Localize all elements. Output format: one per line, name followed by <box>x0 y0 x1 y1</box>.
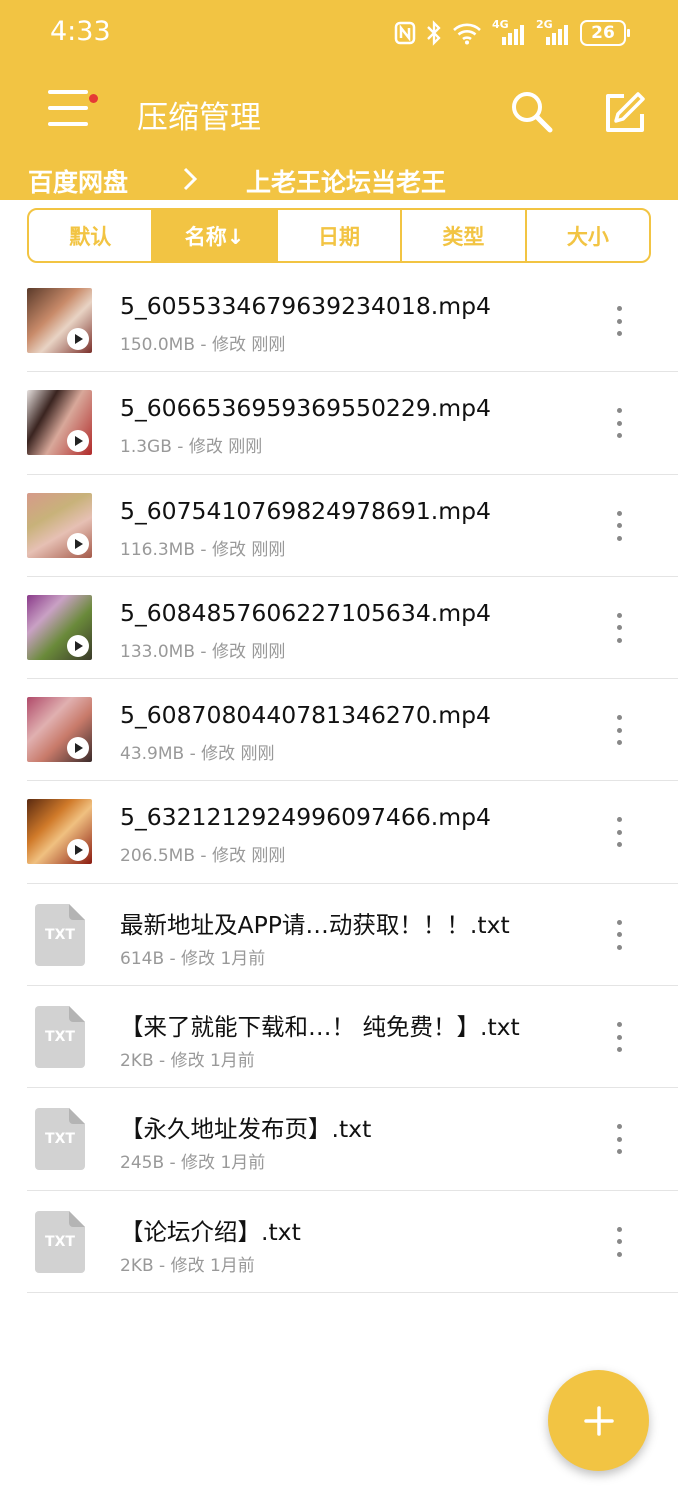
video-thumbnail <box>27 697 92 763</box>
sort-tab-type[interactable]: 类型 <box>402 210 527 261</box>
video-thumbnail <box>27 492 92 558</box>
more-options-icon[interactable] <box>609 1124 629 1155</box>
file-row[interactable]: TXT 【来了就能下载和…！ 纯免费！】.txt 2KB - 修改 1月前 <box>27 986 678 1089</box>
file-row[interactable]: 5_6087080440781346270.mp4 43.9MB - 修改 刚刚 <box>27 679 678 782</box>
more-options-icon[interactable] <box>609 612 629 643</box>
breadcrumb-root[interactable]: 百度网盘 <box>28 163 128 199</box>
battery-indicator: 26 <box>580 20 630 46</box>
notification-dot <box>89 94 98 103</box>
add-button[interactable] <box>548 1370 649 1471</box>
search-icon[interactable] <box>508 88 556 136</box>
txt-file-icon: TXT <box>35 903 85 966</box>
more-options-icon[interactable] <box>609 919 629 950</box>
more-options-icon[interactable] <box>609 1022 629 1053</box>
chevron-right-icon <box>178 164 202 194</box>
file-meta: 116.3MB - 修改 刚刚 <box>120 539 286 560</box>
txt-label: TXT <box>45 926 75 943</box>
file-meta: 1.3GB - 修改 刚刚 <box>120 437 263 458</box>
file-name: 5_6084857606227105634.mp4 <box>120 598 492 627</box>
file-row[interactable]: TXT 【永久地址发布页】.txt 245B - 修改 1月前 <box>27 1088 678 1191</box>
video-thumbnail <box>27 288 92 353</box>
more-options-icon[interactable] <box>609 1226 629 1257</box>
status-bar: 4:33 4G 2G 26 <box>0 0 678 66</box>
file-name: 5_6066536959369550229.mp4 <box>120 394 492 423</box>
video-thumbnail <box>27 799 92 865</box>
file-meta: 150.0MB - 修改 刚刚 <box>120 335 286 355</box>
status-time: 4:33 <box>50 16 111 47</box>
bluetooth-icon <box>426 18 442 48</box>
file-meta: 206.5MB - 修改 刚刚 <box>120 846 286 867</box>
more-options-icon[interactable] <box>609 306 629 336</box>
more-options-icon[interactable] <box>609 510 629 541</box>
txt-file-icon: TXT <box>35 1108 85 1171</box>
sort-tab-size[interactable]: 大小 <box>527 210 649 261</box>
page-title: 压缩管理 <box>137 100 261 136</box>
sort-tab-date[interactable]: 日期 <box>278 210 403 261</box>
sort-tab-default[interactable]: 默认 <box>29 210 154 261</box>
more-options-icon[interactable] <box>609 817 629 848</box>
file-meta: 245B - 修改 1月前 <box>120 1153 266 1174</box>
video-thumbnail <box>27 594 92 660</box>
file-meta: 2KB - 修改 1月前 <box>120 1255 255 1276</box>
more-options-icon[interactable] <box>609 408 629 439</box>
file-name: 【永久地址发布页】.txt <box>120 1115 372 1144</box>
app-bar: 压缩管理 <box>0 66 678 158</box>
sort-tab-name[interactable]: 名称↓ <box>153 210 278 261</box>
file-row[interactable]: 5_6084857606227105634.mp4 133.0MB - 修改 刚… <box>27 577 678 680</box>
file-row[interactable]: 5_6075410769824978691.mp4 116.3MB - 修改 刚… <box>27 475 678 577</box>
play-icon <box>67 634 89 657</box>
play-icon <box>67 839 89 862</box>
breadcrumb: 百度网盘 上老王论坛当老王 <box>0 158 678 200</box>
status-icons: 4G 2G 26 <box>394 18 630 48</box>
play-icon <box>67 532 89 555</box>
file-name: 5_6075410769824978691.mp4 <box>120 496 492 525</box>
txt-label: TXT <box>45 1233 75 1250</box>
txt-label: TXT <box>45 1131 75 1148</box>
file-row[interactable]: 5_6055334679639234018.mp4 150.0MB - 修改 刚… <box>27 270 678 373</box>
video-thumbnail <box>27 390 92 456</box>
file-name: 5_6055334679639234018.mp4 <box>120 292 492 320</box>
file-meta: 614B - 修改 1月前 <box>120 948 266 969</box>
file-name: 5_6321212924996097466.mp4 <box>120 803 492 832</box>
more-options-icon[interactable] <box>609 715 629 746</box>
file-name: 【论坛介绍】.txt <box>120 1217 301 1246</box>
file-row[interactable]: TXT 最新地址及APP请…动获取！！！.txt 614B - 修改 1月前 <box>27 884 678 987</box>
file-row[interactable]: 5_6321212924996097466.mp4 206.5MB - 修改 刚… <box>27 781 678 884</box>
sort-tabs: 默认 名称↓ 日期 类型 大小 <box>27 208 651 263</box>
file-row[interactable]: TXT 【论坛介绍】.txt 2KB - 修改 1月前 <box>27 1191 678 1293</box>
txt-file-icon: TXT <box>35 1006 85 1069</box>
file-meta: 133.0MB - 修改 刚刚 <box>120 641 286 662</box>
play-icon <box>67 328 89 350</box>
breadcrumb-current[interactable]: 上老王论坛当老王 <box>246 163 446 199</box>
hamburger-menu-icon[interactable] <box>44 84 98 134</box>
plus-icon <box>583 1405 614 1436</box>
play-icon <box>67 430 89 453</box>
file-row[interactable]: 5_6066536959369550229.mp4 1.3GB - 修改 刚刚 <box>27 372 678 475</box>
edit-icon[interactable] <box>600 88 648 136</box>
signal-2g-icon: 2G <box>536 18 570 48</box>
file-meta: 43.9MB - 修改 刚刚 <box>120 744 275 765</box>
play-icon <box>67 737 89 760</box>
file-meta: 2KB - 修改 1月前 <box>120 1051 255 1072</box>
file-name: 最新地址及APP请…动获取！！！.txt <box>120 910 510 939</box>
file-name: 5_6087080440781346270.mp4 <box>120 701 492 730</box>
wifi-icon <box>452 18 482 48</box>
signal-4g-icon: 4G <box>492 18 526 48</box>
txt-label: TXT <box>45 1029 75 1046</box>
file-list: 5_6055334679639234018.mp4 150.0MB - 修改 刚… <box>27 270 678 1293</box>
file-name: 【来了就能下载和…！ 纯免费！】.txt <box>120 1013 520 1042</box>
txt-file-icon: TXT <box>35 1210 85 1273</box>
nfc-icon <box>394 18 416 48</box>
